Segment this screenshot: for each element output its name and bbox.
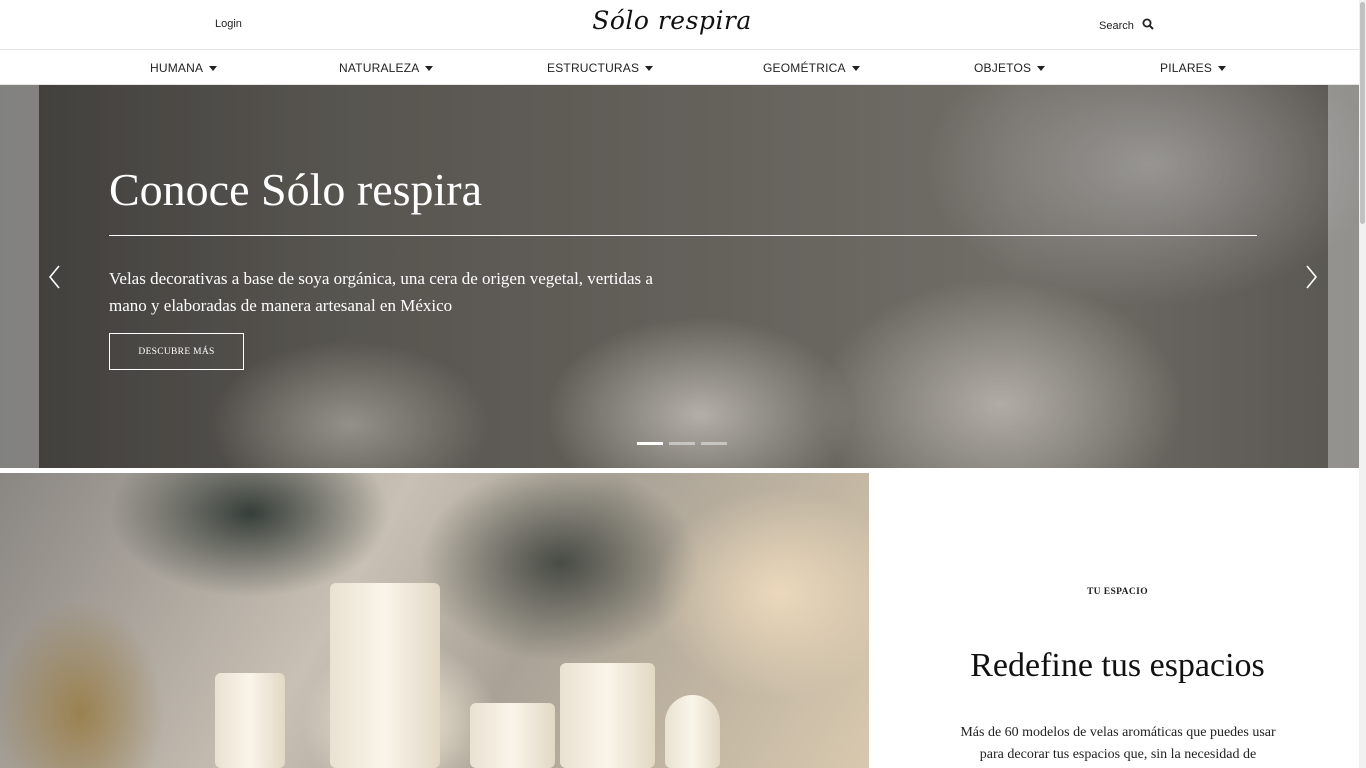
main-nav: HUMANA NATURALEZA ESTRUCTURAS GEOMÉTRICA…	[0, 50, 1366, 85]
candle-shape	[665, 695, 720, 768]
chevron-right-icon[interactable]	[1300, 263, 1322, 291]
candle-shape	[470, 703, 555, 768]
search-label: Search	[1099, 19, 1134, 32]
hero-slider: Conoce Sólo respira Velas decorativas a …	[0, 85, 1359, 468]
nav-item-estructuras[interactable]: ESTRUCTURAS	[547, 61, 654, 75]
nav-item-pilares[interactable]: PILARES	[1160, 61, 1227, 75]
nav-item-label: GEOMÉTRICA	[763, 61, 846, 75]
chevron-left-icon[interactable]	[44, 263, 66, 291]
slider-dot-2[interactable]	[669, 442, 695, 445]
caret-down-icon	[851, 65, 860, 71]
caret-down-icon	[645, 65, 654, 71]
nav-item-label: PILARES	[1160, 61, 1213, 75]
candle-shape	[330, 583, 440, 768]
next-slide-peek	[1328, 85, 1359, 468]
candles-photo	[0, 473, 869, 768]
slider-dots	[637, 442, 727, 445]
search-icon	[1142, 18, 1154, 33]
top-header: Login Sólo respira Search	[0, 0, 1366, 50]
page-scrollbar[interactable]	[1359, 0, 1366, 768]
nav-item-humana[interactable]: HUMANA	[150, 61, 218, 75]
scrollbar-thumb[interactable]	[1360, 2, 1365, 224]
prev-slide-peek	[0, 85, 39, 468]
nav-item-objetos[interactable]: OBJETOS	[974, 61, 1046, 75]
search-button[interactable]: Search	[1099, 18, 1154, 33]
section-eyebrow: TU ESPACIO	[1086, 587, 1149, 597]
hero-heading-wrap: Conoce Sólo respira	[109, 164, 483, 216]
candle-shape	[560, 663, 655, 768]
hero-title: Conoce Sólo respira	[109, 164, 483, 215]
candle-shape	[215, 673, 285, 768]
nav-item-label: ESTRUCTURAS	[547, 61, 640, 75]
discover-more-button[interactable]: DESCUBRE MÁS	[109, 333, 244, 370]
caret-down-icon	[209, 65, 218, 71]
caret-down-icon	[1218, 65, 1227, 71]
caret-down-icon	[425, 65, 434, 71]
hero-subtitle: Velas decorativas a base de soya orgánic…	[109, 269, 653, 315]
hero-divider	[109, 235, 1257, 236]
nav-item-naturaleza[interactable]: NATURALEZA	[339, 61, 434, 75]
nav-item-label: NATURALEZA	[339, 61, 420, 75]
section-body: Más de 60 modelos de velas aromáticas qu…	[960, 725, 1276, 762]
caret-down-icon	[1037, 65, 1046, 71]
tu-espacio-section: TU ESPACIO Redefine tus espacios Más de …	[869, 473, 1359, 768]
nav-item-geometrica[interactable]: GEOMÉTRICA	[763, 61, 860, 75]
slider-dot-1[interactable]	[637, 442, 663, 445]
section-title: Redefine tus espacios	[970, 647, 1265, 684]
nav-item-label: OBJETOS	[974, 61, 1032, 75]
nav-item-label: HUMANA	[150, 61, 204, 75]
slider-dot-3[interactable]	[701, 442, 727, 445]
